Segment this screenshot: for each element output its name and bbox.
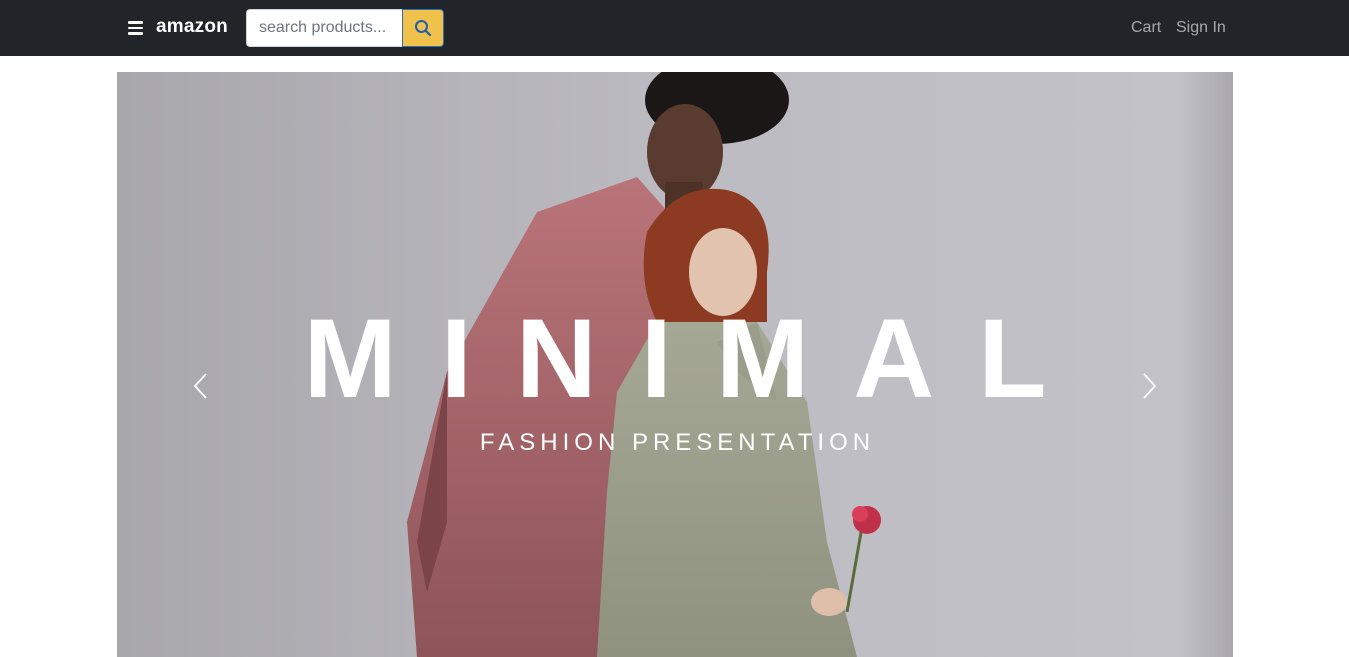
sign-in-link[interactable]: Sign In (1176, 19, 1226, 37)
search-button[interactable] (402, 9, 444, 47)
hamburger-menu-icon (128, 21, 143, 24)
chevron-left-icon (193, 373, 207, 399)
search-input[interactable] (246, 9, 403, 47)
top-navbar: amazon Cart Sign In (0, 0, 1349, 56)
search-icon (415, 20, 432, 37)
carousel-prev-button[interactable] (181, 368, 221, 404)
hero-carousel: MINIMAL FASHION PRESENTATION (117, 72, 1233, 657)
slide-title: MINIMAL (303, 296, 1091, 421)
carousel-next-button[interactable] (1129, 368, 1169, 404)
slide-subtitle: FASHION PRESENTATION (479, 429, 876, 456)
search-form (246, 9, 444, 47)
cart-link[interactable]: Cart (1131, 19, 1161, 37)
hamburger-menu-button[interactable] (128, 18, 144, 38)
brand-logo-link[interactable]: amazon (156, 16, 228, 38)
chevron-right-icon (1143, 373, 1157, 399)
